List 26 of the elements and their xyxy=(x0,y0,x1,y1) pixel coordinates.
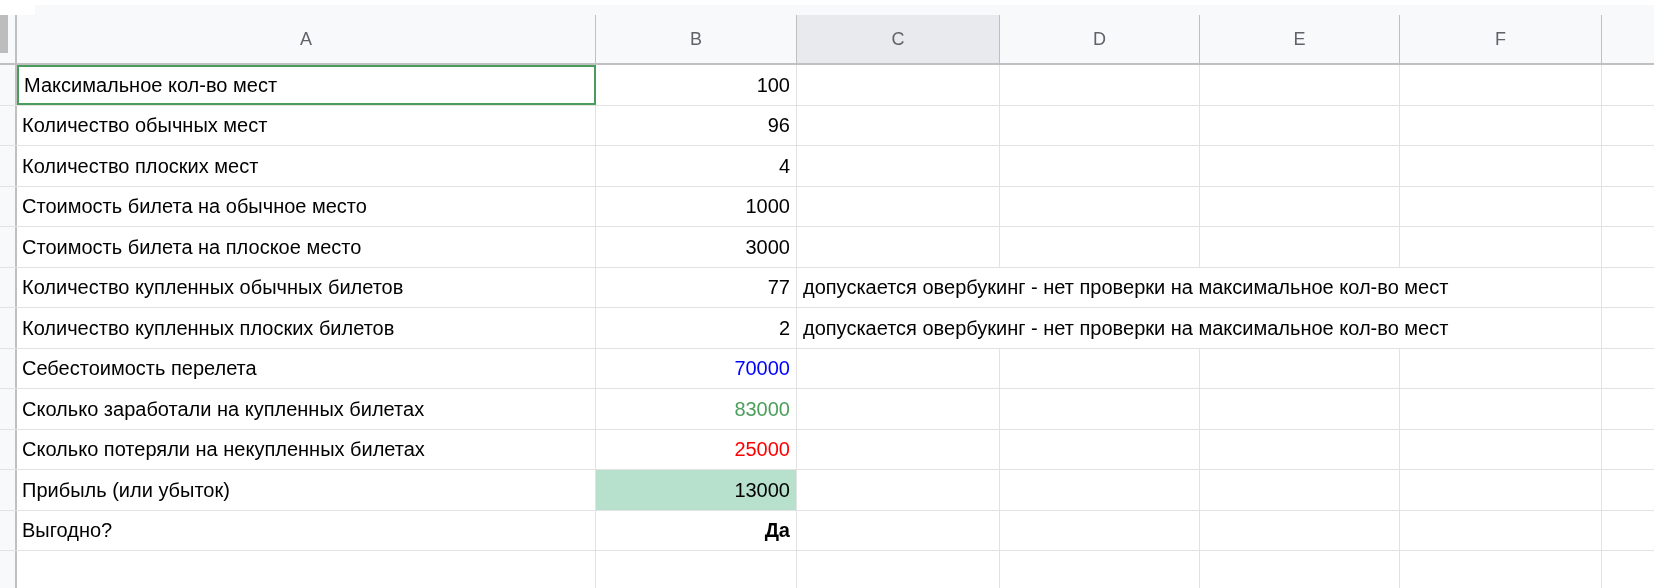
row-header[interactable] xyxy=(0,348,17,388)
table-cell: 13000 xyxy=(596,470,797,510)
column-header[interactable]: F xyxy=(1400,15,1602,63)
table-cell: допускается овербукинг - нет проверки на максимальное кол-во мест xyxy=(797,308,1602,348)
table-cell: Максимальное кол-во мест xyxy=(17,65,596,105)
select-all-corner[interactable] xyxy=(0,15,17,63)
row-header[interactable] xyxy=(0,389,17,429)
row-header[interactable] xyxy=(0,308,17,348)
column-header[interactable]: E xyxy=(1200,15,1400,63)
column-header[interactable]: D xyxy=(1000,15,1200,63)
row-header[interactable] xyxy=(0,227,17,267)
row-header[interactable] xyxy=(0,65,17,105)
column-header[interactable]: B xyxy=(596,15,797,63)
row-header[interactable] xyxy=(0,105,17,145)
corner-handle xyxy=(0,15,8,53)
column-header[interactable]: C xyxy=(797,15,1000,63)
row-header[interactable] xyxy=(0,429,17,469)
row-header[interactable] xyxy=(0,186,17,226)
table-cell: допускается овербукинг - нет проверки на максимальное кол-во мест xyxy=(797,267,1602,307)
column-header[interactable]: A xyxy=(17,15,596,63)
row-header[interactable] xyxy=(0,551,17,588)
row-header[interactable] xyxy=(0,470,17,510)
row-header[interactable] xyxy=(0,146,17,186)
column-header[interactable] xyxy=(1602,15,1654,63)
row-header[interactable] xyxy=(0,510,17,550)
row-header[interactable] xyxy=(0,267,17,307)
